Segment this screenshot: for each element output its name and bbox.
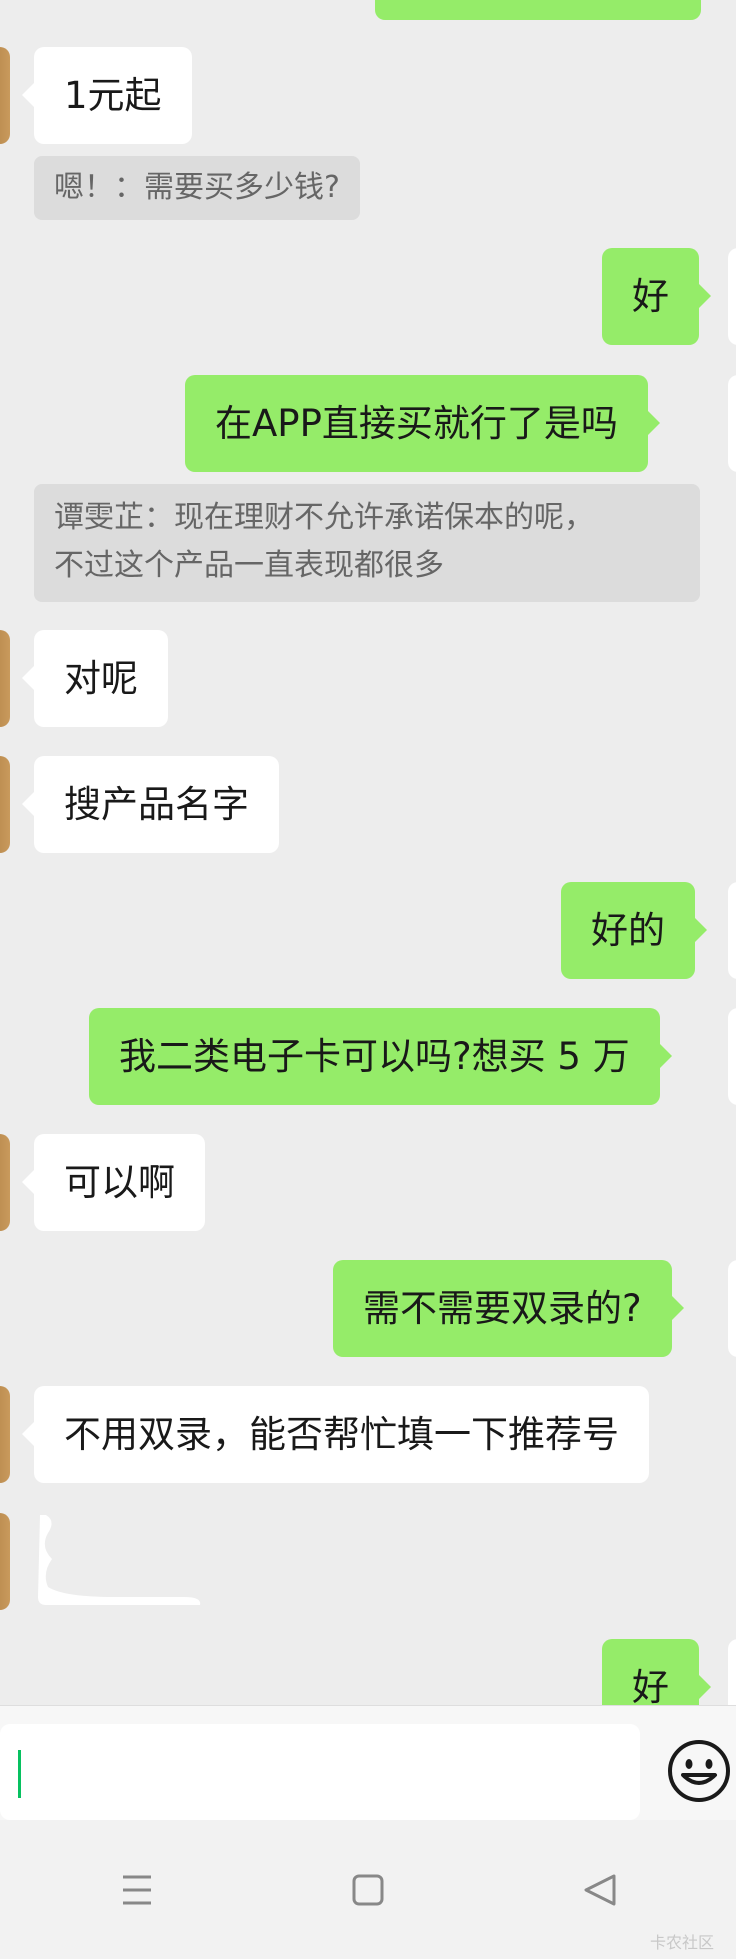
outgoing-message[interactable]: 在APP直接买就行了是吗 <box>185 375 660 472</box>
self-avatar[interactable] <box>728 1260 736 1357</box>
outgoing-message[interactable]: 我二类电子卡可以吗?想买 5 万 <box>89 1008 672 1105</box>
smiley-face-icon[interactable] <box>665 1737 733 1805</box>
chat-area[interactable]: 1元起 嗯！：需要买多少钱? 好 在APP直接买就行了是吗 谭雯芷：现在理财不允… <box>0 0 736 1705</box>
menu-icon[interactable] <box>107 1860 167 1920</box>
message-input[interactable] <box>0 1724 640 1820</box>
contact-avatar[interactable] <box>0 1513 10 1610</box>
outgoing-message[interactable]: 好的 <box>561 882 707 979</box>
self-avatar[interactable] <box>728 1639 736 1705</box>
watermark: 卡农社区 <box>649 1933 714 1952</box>
input-bar <box>0 1705 736 1820</box>
incoming-message[interactable]: 对呢 <box>22 630 168 727</box>
incoming-message[interactable]: 搜产品名字 <box>22 756 279 853</box>
incoming-message[interactable]: 可以啊 <box>22 1134 205 1231</box>
quote-line: 不过这个产品一直表现都很多 <box>54 548 444 583</box>
quoted-reply[interactable]: 谭雯芷：现在理财不允许承诺保本的呢， 不过这个产品一直表现都很多 <box>34 484 700 602</box>
contact-avatar[interactable] <box>0 756 10 853</box>
self-avatar[interactable] <box>728 248 736 345</box>
quote-line: 谭雯芷：现在理财不允许承诺保本的呢， <box>54 500 594 535</box>
home-square-icon[interactable] <box>338 1860 398 1920</box>
self-avatar[interactable] <box>728 882 736 979</box>
outgoing-message[interactable]: 需不需要双录的? <box>333 1260 684 1357</box>
text-cursor <box>18 1750 21 1798</box>
incoming-message[interactable]: 不用双录，能否帮忙填一下推荐号 <box>22 1386 649 1483</box>
contact-avatar[interactable] <box>0 1386 10 1483</box>
outgoing-message[interactable]: 好 <box>602 248 711 345</box>
image-message[interactable] <box>34 1513 234 1609</box>
incoming-message[interactable]: 1元起 <box>22 47 192 144</box>
self-avatar[interactable] <box>728 375 736 472</box>
back-triangle-icon[interactable] <box>570 1860 630 1920</box>
contact-avatar[interactable] <box>0 1134 10 1231</box>
self-avatar[interactable] <box>728 1008 736 1105</box>
previous-outgoing-bubble[interactable] <box>375 0 701 20</box>
contact-avatar[interactable] <box>0 47 10 144</box>
quoted-reply[interactable]: 嗯！：需要买多少钱? <box>34 156 360 220</box>
outgoing-message[interactable]: 好 <box>602 1639 711 1705</box>
contact-avatar[interactable] <box>0 630 10 727</box>
navigation-bar: 卡农社区 <box>0 1820 736 1959</box>
